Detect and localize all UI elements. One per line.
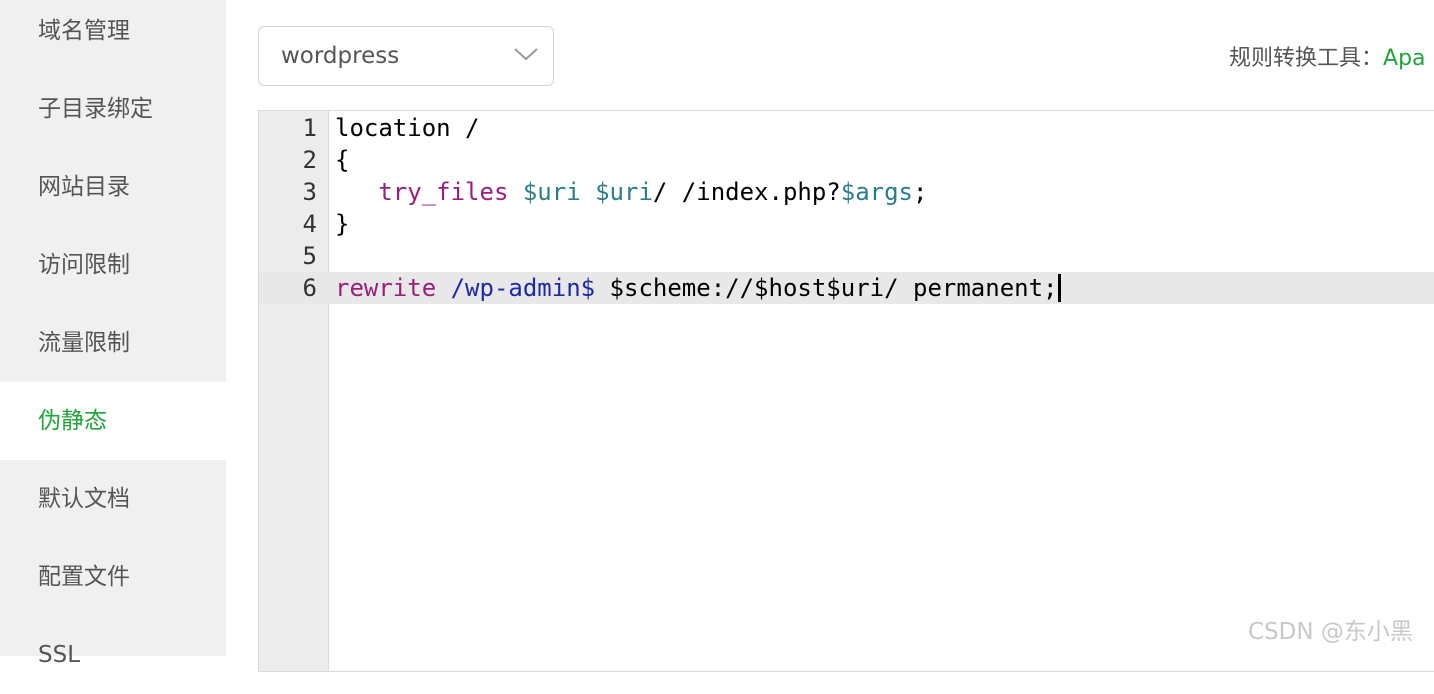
code-text: } bbox=[335, 208, 349, 240]
code-line: 3 try_files $uri $uri/ /index.php?$args; bbox=[259, 176, 1434, 208]
code-line: 6 rewrite /wp-admin$ $scheme://$host$uri/… bbox=[259, 272, 1434, 304]
sidebar-item[interactable]: 默认文档 bbox=[0, 460, 226, 538]
rewrite-code-editor[interactable]: 1 location /2{3 try_files $uri $uri/ /ind… bbox=[258, 110, 1434, 672]
sidebar-item[interactable]: 访问限制 bbox=[0, 226, 226, 304]
line-number: 5 bbox=[302, 242, 317, 270]
code-text: try_files $uri $uri/ /index.php?$args; bbox=[335, 176, 927, 208]
code-token: location / bbox=[335, 114, 480, 142]
sidebar-item[interactable]: 伪静态 bbox=[0, 382, 226, 460]
code-text: rewrite /wp-admin$ $scheme://$host$uri/ … bbox=[335, 272, 1062, 304]
rewrite-template-value: wordpress bbox=[281, 43, 400, 69]
code-token: try_files bbox=[378, 178, 509, 206]
code-line: 5 bbox=[259, 240, 1434, 272]
code-text: { bbox=[335, 144, 349, 176]
sidebar-item[interactable]: SSL bbox=[0, 616, 226, 694]
code-line: 1 location / bbox=[259, 112, 1434, 144]
line-number: 2 bbox=[302, 146, 317, 174]
text-cursor bbox=[1058, 274, 1062, 302]
line-number: 6 bbox=[302, 274, 317, 302]
sidebar-item[interactable]: 网站目录 bbox=[0, 148, 226, 226]
line-number: 3 bbox=[302, 178, 317, 206]
rule-converter-label: 规则转换工具： bbox=[1229, 46, 1384, 71]
sidebar-item[interactable]: 子目录绑定 bbox=[0, 70, 226, 148]
sidebar-item[interactable]: 域名管理 bbox=[0, 0, 226, 70]
watermark: CSDN @东小黑 bbox=[1248, 619, 1413, 645]
rule-converter: 规则转换工具：Apa bbox=[1229, 40, 1426, 72]
line-number: 1 bbox=[302, 114, 317, 142]
code-line: 2{ bbox=[259, 144, 1434, 176]
code-token: { bbox=[335, 146, 350, 174]
code-token: / /index.php? bbox=[652, 178, 841, 206]
line-number: 4 bbox=[302, 210, 317, 238]
code-token: ; bbox=[913, 178, 928, 206]
code-text: location / bbox=[335, 112, 480, 144]
settings-sidebar: 域名管理 子目录绑定 网站目录 访问限制 流量限制 伪静态 默认文档 配置文件 SSL bbox=[0, 0, 226, 668]
code-token: } bbox=[335, 210, 350, 238]
code-line: 4} bbox=[259, 208, 1434, 240]
code-token: $args bbox=[840, 178, 913, 206]
code-token: $scheme://$host$uri/ permanent; bbox=[595, 274, 1058, 302]
sidebar-item[interactable]: 流量限制 bbox=[0, 304, 226, 382]
code-token: $uri bbox=[522, 178, 581, 206]
code-token: /wp-admin$ bbox=[450, 274, 596, 302]
rule-converter-link[interactable]: Apa bbox=[1383, 46, 1426, 71]
rewrite-template-select[interactable]: wordpress bbox=[258, 26, 554, 86]
code-token: rewrite bbox=[335, 274, 437, 302]
chevron-down-icon bbox=[514, 48, 538, 61]
code-token: $uri bbox=[595, 178, 653, 206]
sidebar-item[interactable]: 配置文件 bbox=[0, 538, 226, 616]
